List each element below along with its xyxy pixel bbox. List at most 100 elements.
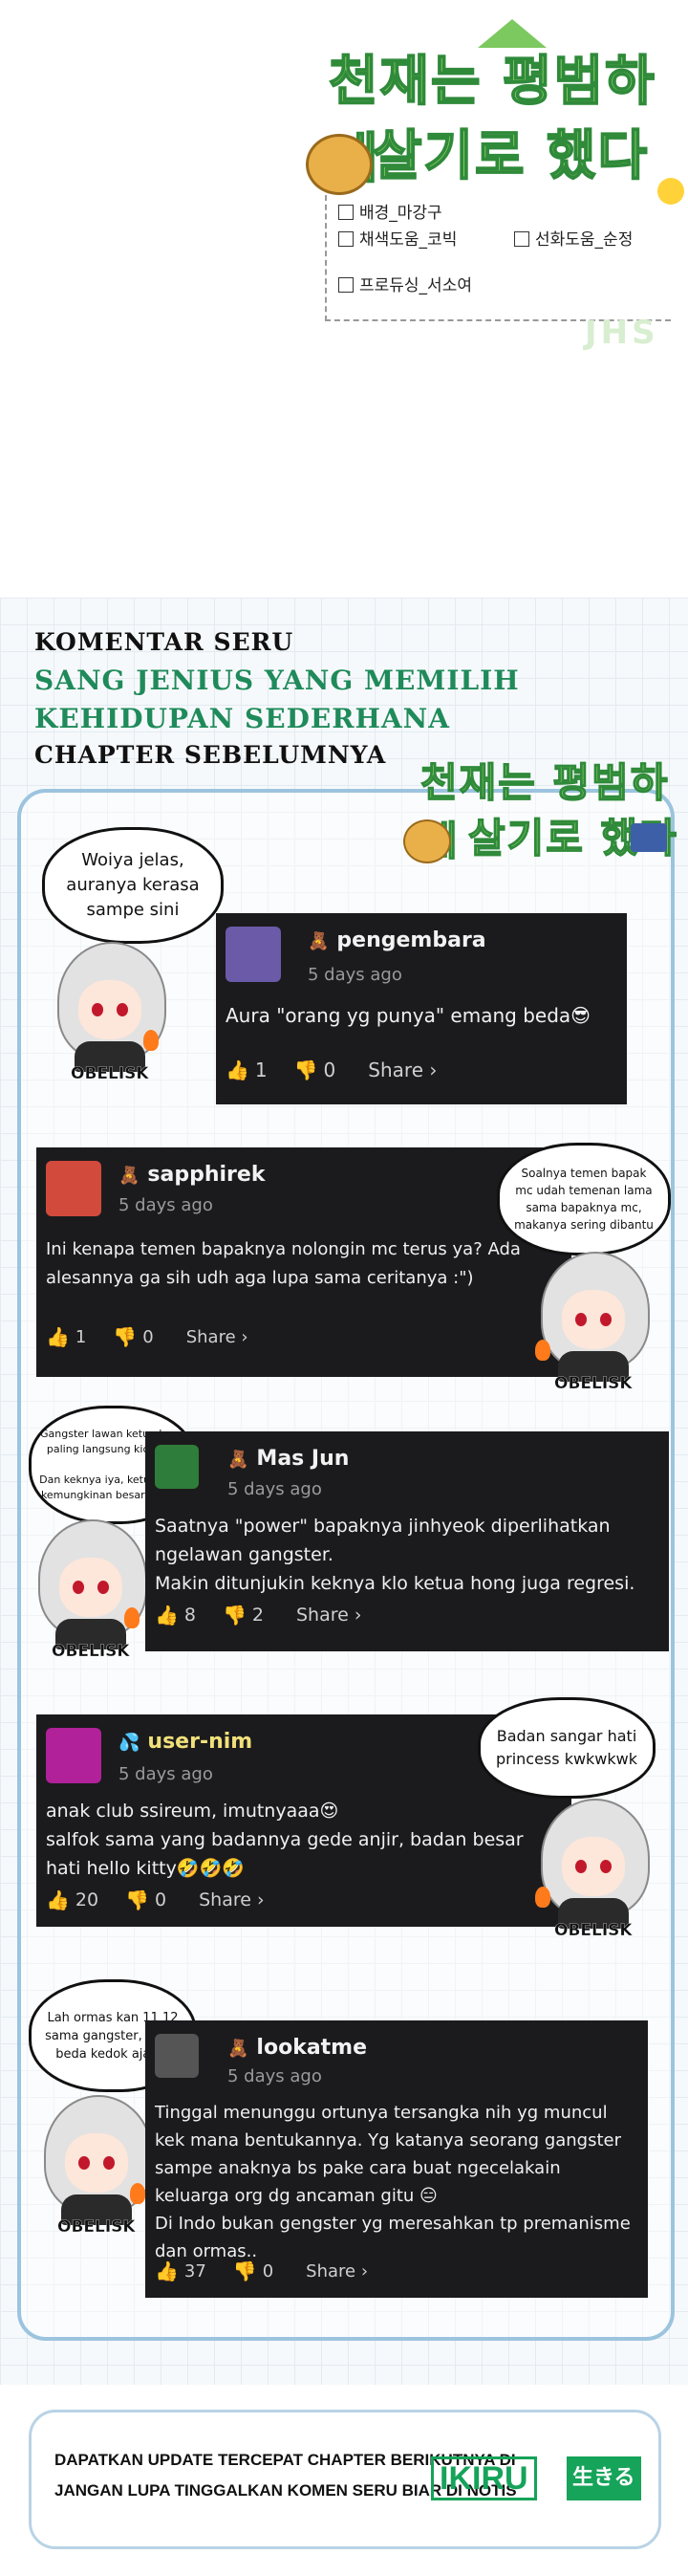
user-badge-icon: 🧸 <box>308 931 330 951</box>
fire-icon <box>143 1030 159 1051</box>
user-avatar[interactable] <box>46 1161 101 1216</box>
credits-panel: 천재는 평범하게 살기로 했다 배경_마강구 채색도움_코빅 선화도움_순정 프… <box>0 0 688 574</box>
share-button[interactable]: Share › <box>368 1059 437 1081</box>
comment-time: 5 days ago <box>227 2066 322 2086</box>
promo-banner: DAPATKAN UPDATE TERCEPAT CHAPTER BERIKUT… <box>29 2410 661 2549</box>
house-icon <box>631 823 667 852</box>
obelisk-character: OBELISK <box>48 942 172 1085</box>
obelisk-character: OBELISK <box>34 2095 159 2238</box>
credit-item: 프로듀싱_서소여 <box>338 272 472 295</box>
fire-icon <box>535 1340 550 1361</box>
dislike-button[interactable]: 👎 2 <box>223 1604 264 1626</box>
credit-item: 배경_마강구 <box>338 199 442 223</box>
speech-bubble: Soalnya temen bapak mc udah temenan lama… <box>497 1143 671 1255</box>
like-button[interactable]: 👍 20 <box>46 1888 98 1911</box>
dislike-button[interactable]: 👎 0 <box>294 1059 336 1081</box>
user-badge-icon: 🧸 <box>118 1166 140 1186</box>
comment-actions: 👍 20 👎 0 Share › <box>46 1888 265 1911</box>
dog-icon <box>306 134 373 195</box>
comment-text: Tinggal menunggu ortunya tersangka nih y… <box>155 2103 631 2261</box>
studio-logo: JHS <box>585 314 659 352</box>
comment-text: Saatnya "power" bapaknya jinhyeok diperl… <box>155 1516 635 1594</box>
username[interactable]: 🧸 sapphirek <box>118 1163 265 1187</box>
user-avatar[interactable] <box>155 1445 199 1489</box>
user-badge-icon: 💦 <box>118 1733 140 1753</box>
thumbs-down-icon: 👎 <box>293 1059 318 1081</box>
obelisk-character: OBELISK <box>531 1799 656 1942</box>
fire-icon <box>535 1887 550 1908</box>
username[interactable]: 🧸 Mas Jun <box>227 1447 349 1471</box>
thumbs-down-icon: 👎 <box>113 1325 138 1348</box>
thumbs-up-icon: 👍 <box>155 1604 179 1626</box>
credit-item: 선화도움_순정 <box>514 226 633 250</box>
comment-time: 5 days ago <box>308 965 402 985</box>
comment-actions: 👍 1 👎 0 Share › <box>226 1059 437 1081</box>
dislike-button[interactable]: 👎 0 <box>125 1888 166 1911</box>
ikiru-jp-logo: 生きる <box>567 2456 641 2500</box>
comment-card[interactable]: 🧸 Mas Jun 5 days ago Saatnya "power" bapa… <box>145 1431 669 1651</box>
comment-time: 5 days ago <box>118 1195 213 1215</box>
username[interactable]: 💦 user-nim <box>118 1730 252 1754</box>
character-tag: OBELISK <box>554 1921 633 1940</box>
like-button[interactable]: 👍 37 <box>155 2259 206 2282</box>
title-logo: 천재는 평범하게 살기로 했다 <box>306 19 688 205</box>
dislike-button[interactable]: 👎 0 <box>113 1325 153 1348</box>
comment-time: 5 days ago <box>118 1764 213 1784</box>
series-title-line-2: KEHIDUPAN SEDERHANA <box>34 703 450 734</box>
comment-text: Ini kenapa temen bapaknya nolongin mc te… <box>46 1239 521 1288</box>
thumbs-down-icon: 👎 <box>223 1604 247 1626</box>
user-badge-icon: 🧸 <box>227 2039 249 2059</box>
thumbs-up-icon: 👍 <box>46 1325 70 1348</box>
user-badge-icon: 🧸 <box>227 1450 249 1470</box>
like-button[interactable]: 👍 1 <box>226 1059 268 1081</box>
comment-actions: 👍 37 👎 0 Share › <box>155 2259 368 2282</box>
fire-icon <box>130 2183 145 2204</box>
chapter-label: CHAPTER SEBELUMNYA <box>34 741 387 769</box>
share-button[interactable]: Share › <box>186 1327 248 1347</box>
share-button[interactable]: Share › <box>306 2261 368 2281</box>
thumbs-down-icon: 👎 <box>125 1888 149 1911</box>
user-avatar[interactable] <box>226 927 281 982</box>
house-icon <box>338 205 354 220</box>
dislike-button[interactable]: 👎 0 <box>233 2259 273 2282</box>
comment-card[interactable]: 🧸 lookatme 5 days ago Tinggal menunggu or… <box>145 2020 648 2298</box>
comment-time: 5 days ago <box>227 1479 322 1499</box>
username[interactable]: 🧸 pengembara <box>308 928 486 952</box>
comment-text: anak club ssireum, imutnyaaa😍 salfok sam… <box>46 1801 524 1879</box>
share-button[interactable]: Share › <box>296 1605 361 1626</box>
house-icon <box>514 231 529 247</box>
character-tag: OBELISK <box>52 1642 130 1661</box>
ikiru-logo[interactable]: IKIRU <box>431 2456 537 2500</box>
obelisk-character: OBELISK <box>29 1519 153 1663</box>
dog-icon <box>403 819 451 863</box>
comment-actions: 👍 8 👎 2 Share › <box>155 1604 361 1626</box>
thumbs-up-icon: 👍 <box>46 1888 70 1911</box>
thumbs-down-icon: 👎 <box>232 2259 257 2282</box>
house-icon <box>338 277 354 293</box>
user-avatar[interactable] <box>46 1728 101 1783</box>
obelisk-character: OBELISK <box>531 1252 656 1395</box>
user-avatar[interactable] <box>155 2034 199 2078</box>
mini-title-logo: 천재는 평범하게 살기로 했다 <box>401 741 678 884</box>
username[interactable]: 🧸 lookatme <box>227 2036 367 2060</box>
comments-section: KOMENTAR SERU SANG JENIUS YANG MEMILIH K… <box>0 598 688 2385</box>
like-button[interactable]: 👍 1 <box>46 1325 86 1348</box>
like-button[interactable]: 👍 8 <box>155 1604 196 1626</box>
comment-actions: 👍 1 👎 0 Share › <box>46 1325 248 1348</box>
fire-icon <box>124 1607 140 1628</box>
character-tag: OBELISK <box>554 1374 633 1393</box>
character-tag: OBELISK <box>71 1064 149 1083</box>
section-heading: KOMENTAR SERU <box>34 628 294 656</box>
speech-bubble: Woiya jelas, auranya kerasa sampe sini <box>42 827 224 944</box>
logo-line-2: 살기로 했다 <box>372 124 650 188</box>
comment-card[interactable]: 🧸 sapphirek 5 days ago Ini kenapa temen b… <box>36 1147 571 1377</box>
credit-item: 채색도움_코빅 <box>338 226 457 250</box>
thumbs-up-icon: 👍 <box>226 1059 249 1081</box>
house-icon <box>338 231 354 247</box>
comment-card[interactable]: 🧸 pengembara 5 days ago Aura "orang yg pu… <box>216 913 627 1104</box>
share-button[interactable]: Share › <box>199 1889 264 1910</box>
comment-text: Aura "orang yg punya" emang beda😎 <box>226 1004 591 1027</box>
speech-bubble: Badan sangar hati princess kwkwkwk <box>478 1697 656 1799</box>
staff-credits: 배경_마강구 채색도움_코빅 선화도움_순정 프로듀싱_서소여 <box>325 195 671 321</box>
series-title-line-1: SANG JENIUS YANG MEMILIH <box>34 665 520 696</box>
